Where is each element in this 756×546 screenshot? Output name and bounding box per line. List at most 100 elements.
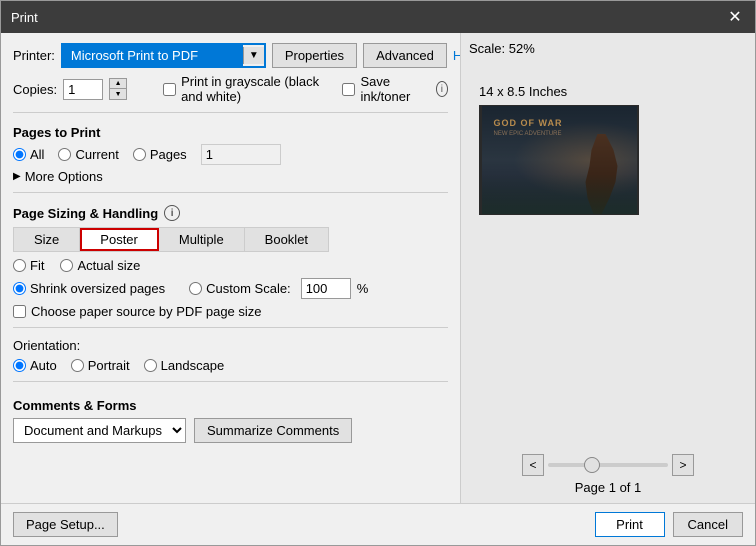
title-bar: Print ✕: [1, 1, 755, 33]
page-sizing-info-icon[interactable]: i: [164, 205, 180, 221]
page-sizing-section: Page Sizing & Handling i Size Poster Mul…: [13, 201, 448, 319]
summarize-comments-button[interactable]: Summarize Comments: [194, 418, 352, 443]
help-link[interactable]: Help: [453, 48, 461, 63]
grayscale-checkbox[interactable]: [163, 83, 176, 96]
prev-page-button[interactable]: <: [522, 454, 544, 476]
preview-inner: GOD OF WAR NEW EPIC ADVENTURE: [482, 106, 637, 214]
actual-size-label: Actual size: [77, 258, 140, 273]
close-button[interactable]: ✕: [725, 7, 745, 27]
checkbox-row: Print in grayscale (black and white) Sav…: [163, 74, 448, 104]
copies-input[interactable]: [63, 79, 103, 100]
more-options[interactable]: ▶ More Options: [13, 169, 448, 184]
current-radio-item: Current: [58, 147, 118, 162]
copies-row: Copies: ▲ ▼ Print in grayscale (black an…: [13, 74, 448, 104]
cancel-button[interactable]: Cancel: [673, 512, 743, 537]
pages-radio[interactable]: [133, 148, 146, 161]
all-radio[interactable]: [13, 148, 26, 161]
shrink-custom-row: Shrink oversized pages Custom Scale: %: [13, 278, 448, 299]
print-preview: GOD OF WAR NEW EPIC ADVENTURE: [479, 105, 639, 215]
landscape-radio-item: Landscape: [144, 358, 225, 373]
sizing-options: Fit Actual size Shrink oversized pages: [13, 258, 448, 319]
nav-row: < >: [469, 454, 747, 476]
slider-thumb: [584, 457, 600, 473]
page-counter: Page 1 of 1: [575, 480, 642, 495]
shrink-radio[interactable]: [13, 282, 26, 295]
orientation-section: Orientation: Auto Portrait Landscape: [13, 338, 448, 373]
printer-dropdown-arrow[interactable]: ▼: [243, 47, 264, 64]
tab-multiple[interactable]: Multiple: [159, 228, 245, 251]
all-radio-item: All: [13, 147, 44, 162]
grayscale-checkbox-item: Print in grayscale (black and white): [163, 74, 322, 104]
comments-section-title: Comments & Forms: [13, 398, 448, 413]
current-radio[interactable]: [58, 148, 71, 161]
custom-scale-radio-item: Custom Scale: %: [189, 278, 368, 299]
tab-size[interactable]: Size: [14, 228, 80, 251]
printer-row: Printer: Microsoft Print to PDF ▼ Proper…: [13, 43, 448, 68]
pages-radio-item: Pages: [133, 147, 187, 162]
shrink-radio-item: Shrink oversized pages: [13, 281, 165, 296]
pages-input[interactable]: [201, 144, 281, 165]
tab-poster[interactable]: Poster: [80, 228, 159, 251]
custom-scale-radio[interactable]: [189, 282, 202, 295]
advanced-button[interactable]: Advanced: [363, 43, 447, 68]
custom-scale-label: Custom Scale:: [206, 281, 291, 296]
comments-section: Comments & Forms Document and MarkupsDoc…: [13, 394, 448, 443]
comments-select[interactable]: Document and MarkupsDocumentForm fields …: [13, 418, 186, 443]
fit-radio-item: Fit: [13, 258, 44, 273]
saveink-checkbox[interactable]: [342, 83, 355, 96]
next-page-button[interactable]: >: [672, 454, 694, 476]
all-label: All: [30, 147, 44, 162]
copies-label: Copies:: [13, 82, 57, 97]
printer-value[interactable]: Microsoft Print to PDF: [63, 45, 243, 66]
page-sizing-title: Page Sizing & Handling: [13, 206, 158, 221]
pages-to-print-section: Pages to Print All Current Pages: [13, 121, 448, 184]
actual-size-radio[interactable]: [60, 259, 73, 272]
orientation-radio-row: Auto Portrait Landscape: [13, 358, 448, 373]
copies-spinner: ▲ ▼: [109, 78, 127, 100]
copies-down[interactable]: ▼: [110, 89, 126, 99]
orientation-label: Orientation:: [13, 338, 448, 353]
dialog-title: Print: [11, 10, 38, 25]
fit-radio[interactable]: [13, 259, 26, 272]
portrait-radio[interactable]: [71, 359, 84, 372]
custom-scale-input[interactable]: [301, 278, 351, 299]
properties-button[interactable]: Properties: [272, 43, 357, 68]
tab-row: Size Poster Multiple Booklet: [13, 227, 329, 252]
printer-label: Printer:: [13, 48, 55, 63]
saveink-checkbox-item: Save ink/toner: [342, 74, 415, 104]
gow-title: GOD OF WAR: [494, 118, 563, 128]
pages-radio-row: All Current Pages: [13, 144, 448, 165]
gow-subtitle: NEW EPIC ADVENTURE: [494, 131, 562, 137]
comments-dropdown-row: Document and MarkupsDocumentForm fields …: [13, 418, 448, 443]
more-options-arrow: ▶: [13, 171, 21, 182]
shrink-label: Shrink oversized pages: [30, 281, 165, 296]
more-options-label: More Options: [25, 169, 103, 184]
right-panel: Scale: 52% 14 x 8.5 Inches GOD OF WAR NE…: [461, 33, 755, 503]
page-slider[interactable]: [548, 463, 668, 467]
saveink-info-icon: i: [436, 81, 448, 97]
print-button[interactable]: Print: [595, 512, 665, 537]
pages-section-title: Pages to Print: [13, 125, 448, 140]
fog-overlay: [482, 174, 637, 214]
scale-unit: %: [357, 281, 369, 296]
actual-size-radio-item: Actual size: [60, 258, 140, 273]
grayscale-label: Print in grayscale (black and white): [181, 74, 322, 104]
choose-paper-row: Choose paper source by PDF page size: [13, 304, 448, 319]
fit-label: Fit: [30, 258, 44, 273]
page-setup-button[interactable]: Page Setup...: [13, 512, 118, 537]
top-right: Scale: 52%: [469, 41, 747, 64]
auto-radio[interactable]: [13, 359, 26, 372]
portrait-label: Portrait: [88, 358, 130, 373]
auto-label: Auto: [30, 358, 57, 373]
landscape-radio[interactable]: [144, 359, 157, 372]
dialog-footer: Page Setup... Print Cancel: [1, 503, 755, 545]
tab-booklet[interactable]: Booklet: [245, 228, 328, 251]
current-label: Current: [75, 147, 118, 162]
choose-paper-checkbox[interactable]: [13, 305, 26, 318]
auto-radio-item: Auto: [13, 358, 57, 373]
fit-actual-row: Fit Actual size: [13, 258, 448, 273]
copies-up[interactable]: ▲: [110, 79, 126, 89]
print-dialog: Print ✕ Printer: Microsoft Print to PDF …: [0, 0, 756, 546]
scale-text: Scale: 52%: [469, 41, 535, 56]
page-size-text: 14 x 8.5 Inches: [479, 84, 567, 99]
